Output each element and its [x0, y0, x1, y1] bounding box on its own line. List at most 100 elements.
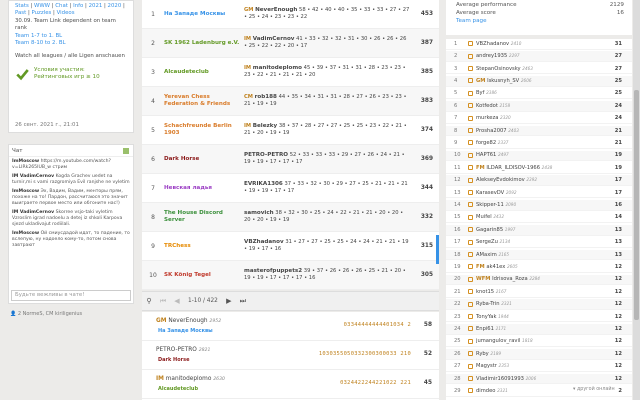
- info-link[interactable]: Chat: [55, 3, 68, 9]
- team-name[interactable]: Alcaudeteclub: [164, 69, 244, 76]
- chat-username[interactable]: ImMoscow: [12, 159, 39, 164]
- player-row[interactable]: GM NeverEnough 2952 На Западе Москвы 03344…: [142, 312, 439, 341]
- team-row[interactable]: 2 SK 1962 Ladenburg e.V. IM VadimCernov 41…: [142, 29, 439, 58]
- roster-row[interactable]: 26 Ryby 2189 12: [446, 349, 632, 360]
- info-link[interactable]: 2020: [108, 3, 122, 9]
- roster-row[interactable]: 14 Skipper-11 2090 16: [446, 200, 632, 211]
- top-player[interactable]: VBZhadanov: [244, 239, 284, 245]
- roster-player[interactable]: knot15 2167: [476, 289, 606, 295]
- roster-player[interactable]: SergeZu 2134: [476, 239, 606, 245]
- roster-row[interactable]: 4 GM Iskusnyh_SV 2606 25: [446, 76, 632, 87]
- roster-player[interactable]: Enpi61 2171: [476, 326, 606, 332]
- chat-username[interactable]: ImMoscow: [12, 189, 39, 194]
- roster-player[interactable]: Magystr 2353: [476, 363, 606, 369]
- roster-player[interactable]: VBZhadanov 2410: [476, 41, 606, 47]
- roster-row[interactable]: 25 jumangulov_ravil 1818 12: [446, 337, 632, 348]
- roster-player[interactable]: Ryby 2189: [476, 351, 606, 357]
- chat-username[interactable]: IM VadimCernov: [12, 210, 54, 215]
- first-page-icon[interactable]: ⏮: [156, 297, 170, 306]
- team-name[interactable]: TRChess: [164, 243, 244, 250]
- team-page-link[interactable]: Team page: [456, 17, 624, 25]
- roster-row[interactable]: 20 WFM Idrisova_Roza 2284 12: [446, 274, 632, 286]
- info-link[interactable]: WWW: [34, 3, 50, 9]
- roster-row[interactable]: 3 StepanOsinovsky 2463 27: [446, 64, 632, 75]
- player-name[interactable]: NeverEnough: [168, 318, 207, 324]
- team-row[interactable]: 10 SK König Tegel masterofpuppets2 39 • 37…: [142, 261, 439, 290]
- top-player[interactable]: EVRIKA1306: [244, 181, 283, 187]
- chat-username[interactable]: ImMoscow: [12, 231, 39, 236]
- top-player[interactable]: rob188: [255, 94, 277, 100]
- info-link[interactable]: 2021: [89, 3, 103, 9]
- watch-all-leagues[interactable]: Watch all leagues / alle Ligen anschauen: [15, 53, 127, 60]
- roster-player[interactable]: Skipper-11 2090: [476, 202, 606, 208]
- roster-player[interactable]: TonyYak 1944: [476, 314, 606, 320]
- team-link-2bl[interactable]: Team 8-10 to 2. BL: [15, 40, 127, 47]
- info-link[interactable]: Puzzles: [31, 10, 51, 16]
- roster-player[interactable]: Muifel 2432: [476, 214, 606, 220]
- roster-player[interactable]: Gagarin85 1997: [476, 227, 606, 233]
- team-name[interactable]: Yerevan Chess Federation & Friends: [164, 94, 244, 108]
- player-name[interactable]: manitodeplomo: [166, 376, 212, 382]
- chat-input[interactable]: Будьте вежливы в чате!: [11, 290, 131, 301]
- info-link[interactable]: Past: [15, 10, 26, 16]
- roster-player[interactable]: jumangulov_ravil 1818: [476, 338, 606, 344]
- info-link[interactable]: Info: [73, 3, 83, 9]
- team-name[interactable]: SK König Tegel: [164, 272, 244, 279]
- chat-username[interactable]: IM VadimCernov: [12, 174, 54, 179]
- roster-player[interactable]: FM ILDAR_ILDISOV-1966 2438: [476, 165, 606, 171]
- roster-row[interactable]: 15 Muifel 2432 14: [446, 213, 632, 224]
- roster-player[interactable]: KarasevDV 2092: [476, 190, 606, 196]
- roster-row[interactable]: 10 HAPT61 2497 19: [446, 150, 632, 162]
- roster-player[interactable]: andrey1935 2297: [476, 53, 606, 59]
- player-team[interactable]: На Западе Москвы: [158, 328, 213, 334]
- roster-player[interactable]: HAPT61 2497: [476, 152, 606, 158]
- info-link[interactable]: Stats: [15, 3, 29, 9]
- team-row[interactable]: 9 TRChess VBZhadanov 31 • 27 • 27 • 25 • 2…: [142, 232, 439, 261]
- team-link-1bl[interactable]: Team 1-7 to 1. BL: [15, 33, 127, 40]
- player-team[interactable]: Alcaudeteclub: [158, 386, 198, 392]
- scrollbar-thumb[interactable]: [634, 90, 639, 320]
- team-name[interactable]: Dark Horse: [164, 156, 244, 163]
- next-page-icon[interactable]: ▶: [222, 297, 236, 305]
- roster-player[interactable]: AMaxim 2165: [476, 252, 606, 258]
- roster-row[interactable]: 11 FM ILDAR_ILDISOV-1966 2438 19: [446, 163, 632, 174]
- top-player[interactable]: VadimCernov: [253, 36, 295, 42]
- roster-player[interactable]: StepanOsinovsky 2463: [476, 66, 606, 72]
- roster-player[interactable]: AlekseyEvdokimov 2392: [476, 177, 606, 183]
- team-row[interactable]: 6 Dark Horse PETRO-PETRO 52 • 33 • 33 • 33…: [142, 145, 439, 174]
- roster-player[interactable]: forge82 2337: [476, 140, 606, 146]
- last-page-icon[interactable]: ⏭: [236, 297, 250, 306]
- team-row[interactable]: 3 Alcaudeteclub IM manitodeplomo 45 • 39 •…: [142, 58, 439, 87]
- team-row[interactable]: 5 Schachfreunde Berlin 1903 IM Belezky 38 …: [142, 116, 439, 145]
- roster-row[interactable]: 16 Gagarin85 1997 13: [446, 225, 632, 236]
- roster-player[interactable]: Prosha2007 2403: [476, 128, 606, 134]
- chat-toggle[interactable]: [123, 148, 129, 154]
- team-name[interactable]: The House Discord Server: [164, 210, 244, 224]
- roster-player[interactable]: WFM Idrisova_Roza 2284: [476, 276, 606, 282]
- roster-row[interactable]: 2 andrey1935 2297 27: [446, 51, 632, 62]
- roster-row[interactable]: 22 Ryba-Trin 2321 12: [446, 299, 632, 310]
- player-row[interactable]: IM manitodeplomo 2630 Alcaudeteclub 032442…: [142, 370, 439, 399]
- team-row[interactable]: 1 На Западе Москвы GM NeverEnough 58 • 42 …: [142, 0, 439, 29]
- roster-row[interactable]: 18 AMaxim 2165 13: [446, 249, 632, 261]
- roster-row[interactable]: 12 AlekseyEvdokimov 2392 17: [446, 175, 632, 186]
- roster-player[interactable]: Vladimir16091993 2006: [476, 376, 606, 382]
- team-name[interactable]: SK 1962 Ladenburg e.V.: [164, 40, 244, 47]
- roster-row[interactable]: 27 Magystr 2353 12: [446, 361, 632, 372]
- roster-player[interactable]: Ryba-Trin 2321: [476, 301, 606, 307]
- roster-row[interactable]: 17 SergeZu 2134 13: [446, 237, 632, 248]
- search-icon[interactable]: ⚲: [142, 297, 156, 305]
- team-name[interactable]: На Западе Москвы: [164, 11, 244, 18]
- roster-player[interactable]: FM ak41ex 2605: [476, 264, 606, 270]
- player-name[interactable]: PETRO-PETRO: [156, 347, 197, 353]
- roster-row[interactable]: 24 Enpi61 2171 12: [446, 324, 632, 335]
- top-player[interactable]: manitodeplomo: [253, 65, 302, 71]
- roster-row[interactable]: 19 FM ak41ex 2605 12: [446, 262, 632, 273]
- roster-player[interactable]: GM Iskusnyh_SV 2606: [476, 78, 606, 84]
- team-row[interactable]: 4 Yerevan Chess Federation & Friends CM ro…: [142, 87, 439, 116]
- page-scrollbar[interactable]: [633, 0, 640, 400]
- top-player[interactable]: Belezky: [253, 123, 277, 129]
- top-player[interactable]: samovich: [244, 210, 274, 216]
- roster-row[interactable]: 5 Byf 2386 25: [446, 89, 632, 100]
- top-player[interactable]: masterofpuppets2: [244, 268, 302, 274]
